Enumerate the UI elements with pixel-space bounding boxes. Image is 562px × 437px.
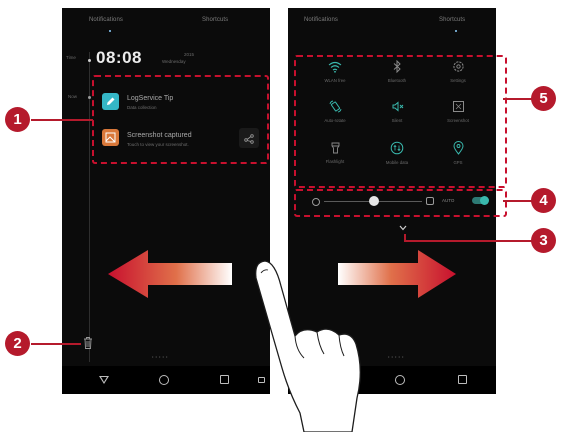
active-tab-indicator [455, 30, 457, 32]
weekday: Wednesday [162, 59, 186, 64]
callout-3-leader [404, 240, 532, 242]
clock-time: 08:08 [96, 48, 142, 67]
tab-notifications[interactable]: Notifications [304, 17, 338, 23]
callout-5-leader [503, 98, 533, 100]
callout-5: 5 [531, 86, 556, 111]
chevron-down-icon [399, 225, 407, 231]
trash-icon [84, 337, 92, 349]
callout-3: 3 [531, 228, 556, 253]
page-indicator: • • • • • [388, 354, 404, 359]
callout-4: 4 [531, 188, 556, 213]
date-line: 2015 [184, 52, 195, 57]
left-phone-screen: Notifications Shortcuts Time 08:08 2015 … [62, 8, 270, 394]
page-indicator: • • • • • [152, 354, 168, 359]
timeline-dot-now [88, 96, 91, 99]
callout-2: 2 [5, 331, 30, 356]
callout-4-leader [503, 200, 533, 202]
callout-1-leader [31, 119, 93, 121]
swipe-left-arrow [106, 248, 234, 300]
tab-notifications[interactable]: Notifications [89, 17, 123, 23]
time-label: Time [66, 55, 76, 60]
expand-shortcuts-button[interactable] [399, 219, 407, 231]
notification-highlight-box [92, 75, 269, 164]
hand-illustration [246, 258, 366, 433]
timeline-dot [88, 59, 91, 62]
recents-icon[interactable] [458, 375, 467, 384]
callout-2-leader [31, 343, 81, 345]
tab-shortcuts[interactable]: Shortcuts [202, 17, 228, 23]
brightness-highlight-box [294, 189, 507, 217]
active-tab-indicator [109, 30, 111, 32]
home-icon[interactable] [395, 375, 405, 385]
navigation-bar [62, 366, 270, 394]
tab-shortcuts[interactable]: Shortcuts [439, 17, 465, 23]
recents-icon[interactable] [220, 375, 229, 384]
callout-1: 1 [5, 107, 30, 132]
now-label: Now [68, 94, 78, 99]
back-icon[interactable] [99, 376, 109, 384]
clear-notifications-button[interactable] [82, 336, 94, 350]
home-icon[interactable] [159, 375, 169, 385]
shortcuts-highlight-box [294, 55, 507, 188]
